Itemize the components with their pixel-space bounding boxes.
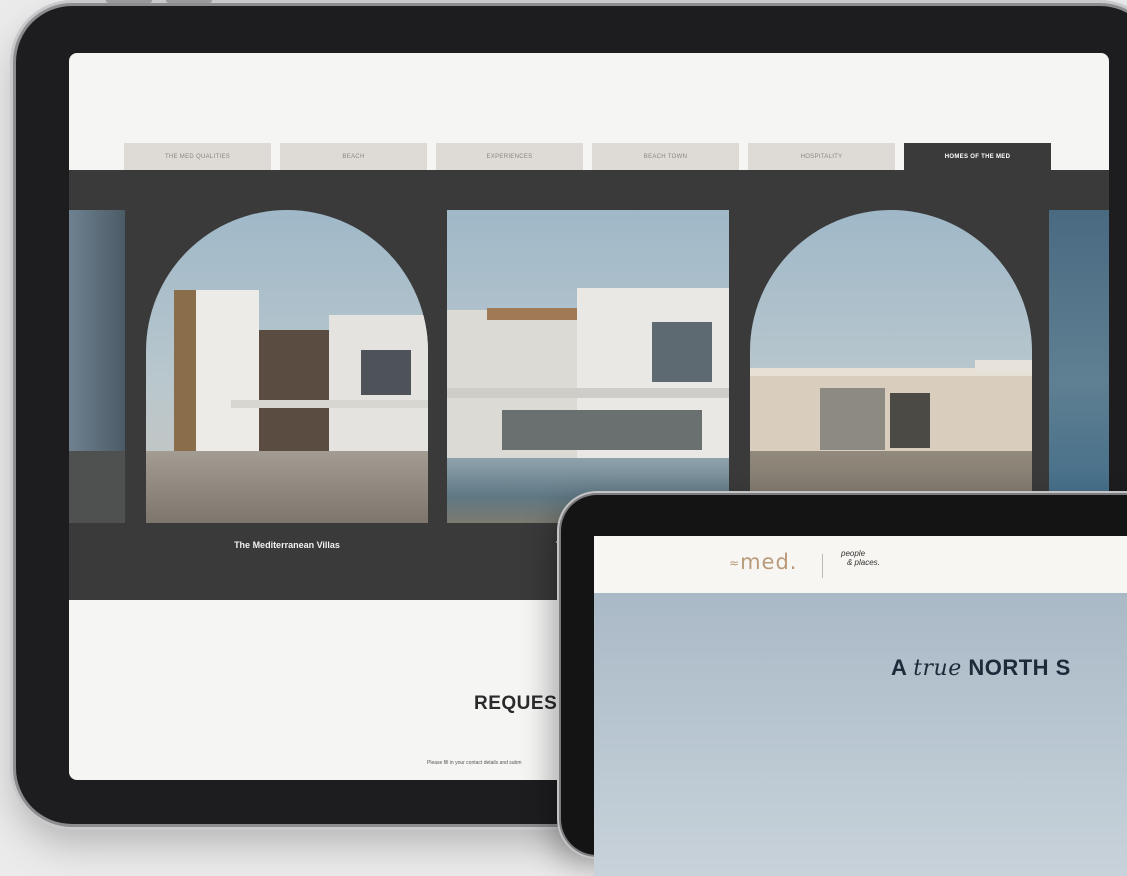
card-caption: The Mediterranean Villas — [234, 540, 340, 550]
logo-divider — [822, 554, 823, 578]
carousel-next-image[interactable] — [1049, 210, 1109, 523]
hero-title: A true NORTH S — [891, 655, 1071, 681]
villa-image — [750, 210, 1032, 523]
med-logo[interactable]: ≈med. — [729, 550, 797, 574]
hero-title-pre: A — [891, 655, 914, 680]
tagline-line1: people — [841, 549, 866, 558]
request-title: REQUEST — [474, 693, 570, 714]
site-header: ≈med. people & places. — [594, 536, 1127, 593]
tab-beach[interactable]: BEACH — [280, 143, 427, 170]
tab-experiences[interactable]: EXPERIENCES — [436, 143, 583, 170]
carousel-card[interactable]: The Mediterran — [447, 210, 729, 550]
carousel-card[interactable] — [750, 210, 1032, 523]
carousel-prev-image[interactable] — [69, 210, 125, 523]
hero-title-post: NORTH S — [961, 655, 1071, 680]
carousel-card[interactable]: The Mediterranean Villas — [146, 210, 428, 550]
tab-beach-town[interactable]: BEACH TOWN — [592, 143, 739, 170]
volume-button — [106, 0, 152, 3]
logo-text: med. — [740, 550, 798, 574]
volume-button — [166, 0, 212, 3]
front-screen: ≈med. people & places. A true NORTH S — [594, 536, 1127, 876]
tab-hospitality[interactable]: HOSPITALITY — [748, 143, 895, 170]
hero-title-em: true — [913, 656, 962, 681]
hero-section: A true NORTH S — [594, 593, 1127, 876]
section-tabs: THE MED QUALITIES BEACH EXPERIENCES BEAC… — [124, 143, 1051, 170]
tagline-line2: & places. — [847, 558, 880, 567]
people-places-logo[interactable]: people & places. — [841, 549, 901, 567]
front-tablet-frame: ≈med. people & places. A true NORTH S — [561, 495, 1127, 876]
logo-mark-icon: ≈ — [729, 556, 741, 570]
tab-med-qualities[interactable]: THE MED QUALITIES — [124, 143, 271, 170]
request-subtitle: Please fill in your contact details and … — [427, 760, 522, 766]
villa-image — [146, 210, 428, 523]
tab-homes-of-the-med[interactable]: HOMES OF THE MED — [904, 143, 1051, 170]
villa-image — [447, 210, 729, 523]
